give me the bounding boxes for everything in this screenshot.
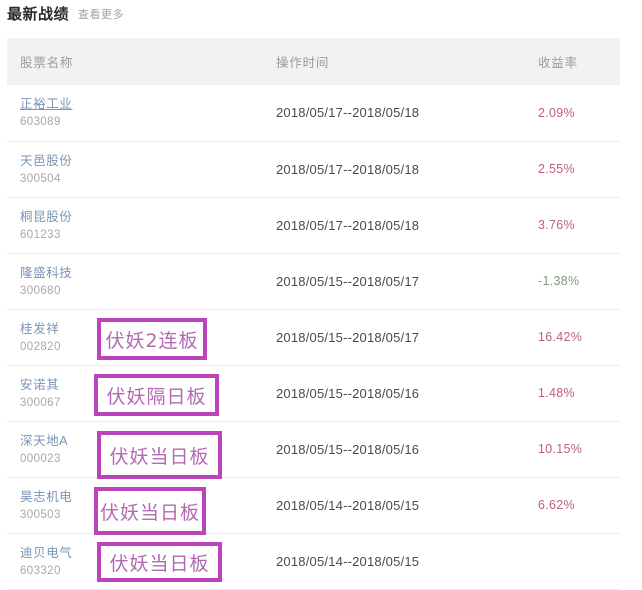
cell-profit-rate: -1.38%: [538, 274, 580, 288]
table-row[interactable]: 桂发祥 002820 2018/05/15--2018/05/17 16.42%: [7, 309, 620, 365]
cell-stock: 隆盛科技 300680: [7, 253, 267, 309]
column-header-trade-time: 操作时间: [276, 56, 330, 70]
cell-trade-time: 2018/05/15--2018/05/17: [276, 273, 420, 289]
stock-code: 300504: [20, 172, 61, 185]
cell-trade-time: 2018/05/17--2018/05/18: [276, 217, 420, 233]
table-row[interactable]: 正裕工业 603089 2018/05/17--2018/05/18 2.09%: [7, 85, 620, 141]
table-header-row: 股票名称 操作时间 收益率: [7, 38, 620, 85]
cell-stock: 桂发祥 002820: [7, 309, 267, 365]
stock-code: 002820: [20, 340, 61, 353]
stock-code: 300680: [20, 284, 61, 297]
column-header-stock-name: 股票名称: [20, 56, 74, 70]
cell-stock: 天邑股份 300504: [7, 141, 267, 197]
table-row[interactable]: 迪贝电气 603320 2018/05/14--2018/05/15: [7, 533, 620, 589]
stock-name-link[interactable]: 迪贝电气: [20, 545, 72, 561]
cell-profit-rate: 6.62%: [538, 498, 575, 512]
page-title: 最新战绩: [7, 5, 70, 23]
cell-profit-rate: [507, 533, 620, 589]
stock-name-link[interactable]: 深天地A: [20, 433, 68, 449]
table-body: 正裕工业 603089 2018/05/17--2018/05/18 2.09%…: [7, 85, 620, 589]
stock-code: 603089: [20, 116, 61, 129]
cell-stock: 迪贝电气 603320: [7, 533, 267, 589]
cell-stock: 安诺其 300067: [7, 365, 267, 421]
stock-code: 603320: [20, 564, 61, 577]
cell-stock: 正裕工业 603089: [7, 85, 267, 141]
stock-name-link[interactable]: 桂发祥: [20, 321, 59, 337]
cell-trade-time: 2018/05/14--2018/05/15: [276, 497, 420, 513]
cell-trade-time: 2018/05/14--2018/05/15: [276, 553, 420, 569]
cell-stock: 深天地A 000023: [7, 421, 267, 477]
cell-trade-time: 2018/05/17--2018/05/18: [276, 161, 420, 177]
stock-code: 300067: [20, 396, 61, 409]
stock-code: 300503: [20, 508, 61, 521]
cell-trade-time: 2018/05/17--2018/05/18: [276, 105, 420, 121]
stock-name-link[interactable]: 正裕工业: [20, 96, 72, 112]
stock-code: 601233: [20, 228, 61, 241]
cell-trade-time: 2018/05/15--2018/05/17: [276, 329, 420, 345]
stock-name-link[interactable]: 安诺其: [20, 377, 59, 393]
cell-profit-rate: 16.42%: [538, 330, 583, 344]
cell-stock: 桐昆股份 601233: [7, 197, 267, 253]
cell-profit-rate: 2.09%: [538, 105, 575, 120]
table-row[interactable]: 天邑股份 300504 2018/05/17--2018/05/18 2.55%: [7, 141, 620, 197]
cell-profit-rate: 3.76%: [538, 218, 575, 232]
stock-name-link[interactable]: 桐昆股份: [20, 209, 72, 225]
latest-results-panel: 最新战绩 查看更多 股票名称 操作时间 收益率 正裕工业 603089 2018…: [0, 0, 642, 589]
table-header: 股票名称 操作时间 收益率: [7, 38, 620, 85]
view-more-link[interactable]: 查看更多: [78, 7, 124, 21]
table-row[interactable]: 昊志机电 300503 2018/05/14--2018/05/15 6.62%: [7, 477, 620, 533]
stock-name-link[interactable]: 隆盛科技: [20, 265, 72, 281]
section-header: 最新战绩 查看更多: [7, 0, 124, 28]
results-table: 股票名称 操作时间 收益率 正裕工业 603089 2018/05/17--20…: [7, 38, 620, 590]
cell-profit-rate: 10.15%: [538, 442, 583, 456]
stock-code: 000023: [20, 452, 61, 465]
cell-stock: 昊志机电 300503: [7, 477, 267, 533]
table-row[interactable]: 安诺其 300067 2018/05/15--2018/05/16 1.48%: [7, 365, 620, 421]
table-row[interactable]: 深天地A 000023 2018/05/15--2018/05/16 10.15…: [7, 421, 620, 477]
table-row[interactable]: 隆盛科技 300680 2018/05/15--2018/05/17 -1.38…: [7, 253, 620, 309]
cell-profit-rate: 2.55%: [538, 162, 575, 176]
stock-name-link[interactable]: 天邑股份: [20, 153, 72, 169]
cell-profit-rate: 1.48%: [538, 386, 575, 400]
cell-trade-time: 2018/05/15--2018/05/16: [276, 385, 420, 401]
table-row[interactable]: 桐昆股份 601233 2018/05/17--2018/05/18 3.76%: [7, 197, 620, 253]
column-header-profit-rate: 收益率: [538, 56, 578, 70]
cell-trade-time: 2018/05/15--2018/05/16: [276, 441, 420, 457]
stock-name-link[interactable]: 昊志机电: [20, 489, 72, 505]
